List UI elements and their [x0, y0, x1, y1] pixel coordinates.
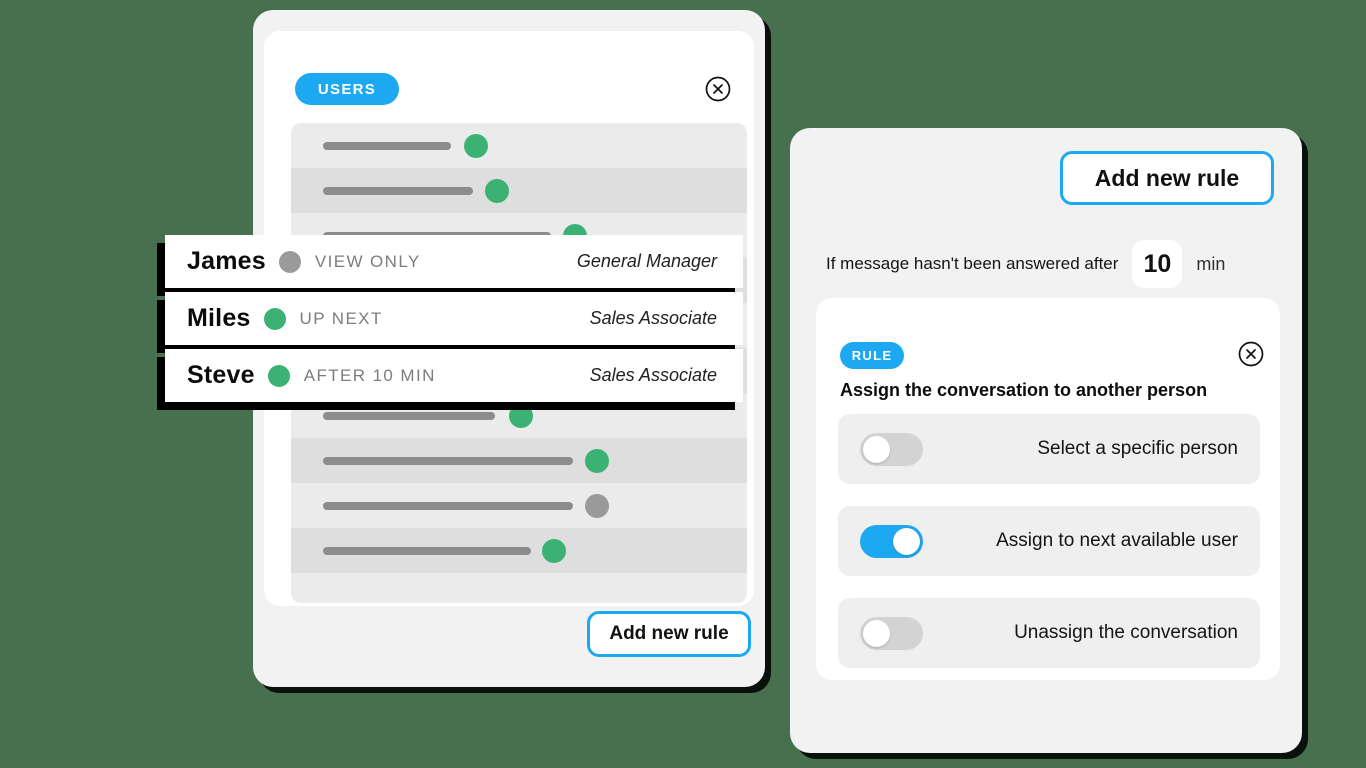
skeleton-row: [291, 528, 747, 573]
user-row[interactable]: James VIEW ONLY General Manager: [165, 235, 743, 288]
toggle-switch[interactable]: [860, 432, 923, 466]
skeleton-row: [291, 123, 747, 168]
availability-dot: [509, 403, 533, 428]
user-status: VIEW ONLY: [314, 251, 421, 271]
toggle-knob: [863, 619, 890, 647]
users-card-header: USERS: [264, 31, 754, 107]
rule-card: RULE Assign the conversation to another …: [816, 298, 1280, 680]
minutes-unit-label: min: [1196, 253, 1226, 274]
user-name: Miles: [187, 304, 251, 332]
availability-dot: [278, 250, 301, 273]
rule-options-list: Select a specific person Assign to next a…: [838, 414, 1260, 690]
availability-dot: [263, 307, 286, 330]
user-status: AFTER 10 MIN: [303, 365, 436, 385]
user-role: General Manager: [576, 251, 717, 271]
rule-panel: Add new rule If message hasn't been answ…: [790, 128, 1302, 753]
skeleton-bar: [323, 501, 573, 510]
condition-label: If message hasn't been answered after: [826, 254, 1119, 273]
user-name: James: [187, 247, 266, 275]
add-new-rule-button-primary[interactable]: Add new rule: [1060, 151, 1274, 205]
user-name: Steve: [187, 361, 255, 389]
rule-badge: RULE: [840, 342, 904, 369]
skeleton-bar: [323, 546, 531, 555]
skeleton-row: [291, 438, 747, 483]
users-badge: USERS: [295, 73, 399, 105]
add-new-rule-button[interactable]: Add new rule: [587, 611, 751, 657]
rule-condition-row: If message hasn't been answered after 10…: [826, 240, 1278, 288]
rule-option-row[interactable]: Assign to next available user: [838, 506, 1260, 576]
user-status: UP NEXT: [299, 308, 383, 328]
rule-title: Assign the conversation to another perso…: [840, 380, 1208, 400]
availability-dot: [585, 448, 609, 473]
toggle-switch[interactable]: [860, 616, 923, 650]
user-row[interactable]: Steve AFTER 10 MIN Sales Associate: [165, 349, 743, 402]
toggle-knob: [863, 435, 890, 463]
skeleton-row: [291, 483, 747, 528]
rule-option-label: Assign to next available user: [996, 530, 1238, 551]
availability-dot: [485, 178, 509, 203]
rule-option-row[interactable]: Select a specific person: [838, 414, 1260, 484]
availability-dot: [585, 493, 609, 518]
rule-option-row[interactable]: Unassign the conversation: [838, 598, 1260, 668]
skeleton-bar: [323, 141, 451, 150]
user-row-list: James VIEW ONLY General Manager Miles UP NEX…: [165, 235, 743, 406]
toggle-switch[interactable]: [860, 524, 923, 558]
toggle-knob: [893, 527, 920, 555]
availability-dot: [464, 133, 488, 158]
minutes-input[interactable]: 10: [1132, 240, 1183, 288]
user-role: Sales Associate: [589, 365, 717, 385]
skeleton-bar: [323, 456, 573, 465]
skeleton-row: [291, 168, 747, 213]
close-icon[interactable]: [705, 76, 731, 102]
user-role: Sales Associate: [589, 308, 717, 328]
rule-option-label: Unassign the conversation: [1014, 622, 1238, 643]
rule-option-label: Select a specific person: [1037, 438, 1238, 459]
skeleton-bar: [323, 411, 495, 420]
availability-dot: [542, 538, 566, 563]
user-row[interactable]: Miles UP NEXT Sales Associate: [165, 292, 743, 345]
skeleton-bar: [323, 186, 473, 195]
close-icon[interactable]: [1238, 341, 1264, 367]
availability-dot: [267, 364, 290, 387]
